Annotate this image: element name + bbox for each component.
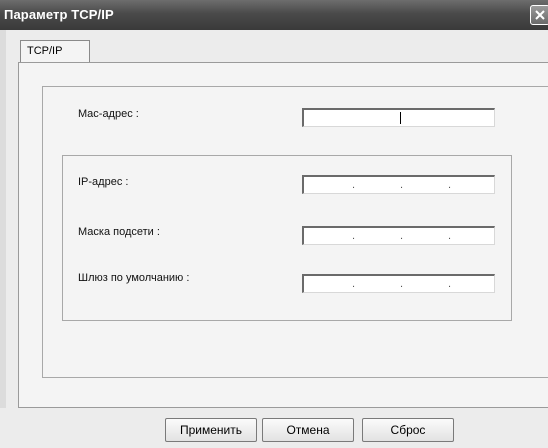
mac-address-field[interactable] <box>302 108 495 127</box>
ip-address-label: IP-адрес : <box>78 176 129 188</box>
window-border <box>0 30 6 448</box>
default-gateway-label: Шлюз по умолчанию : <box>78 272 190 284</box>
text-caret <box>400 112 401 124</box>
subnet-mask-field[interactable]: ... <box>302 226 495 245</box>
reset-button[interactable]: Сброс <box>362 418 454 442</box>
tab-tcpip[interactable]: TCP/IP <box>20 40 90 62</box>
tab-tcpip-label: TCP/IP <box>27 45 63 57</box>
cancel-button[interactable]: Отмена <box>262 418 354 442</box>
default-gateway-field[interactable]: ... <box>302 274 495 293</box>
close-icon <box>535 10 545 20</box>
ip-address-field[interactable]: ... <box>302 175 495 194</box>
window-title: Параметр TCP/IP <box>4 7 114 22</box>
tcpip-settings-dialog: Параметр TCP/IP TCP/IP Mac-адрес : IP-ад… <box>0 0 548 448</box>
mac-address-label: Mac-адрес : <box>78 108 139 120</box>
close-button[interactable] <box>530 5 548 25</box>
title-bar: Параметр TCP/IP <box>0 0 548 30</box>
subnet-mask-label: Маска подсети : <box>78 226 160 238</box>
apply-button[interactable]: Применить <box>165 418 257 442</box>
